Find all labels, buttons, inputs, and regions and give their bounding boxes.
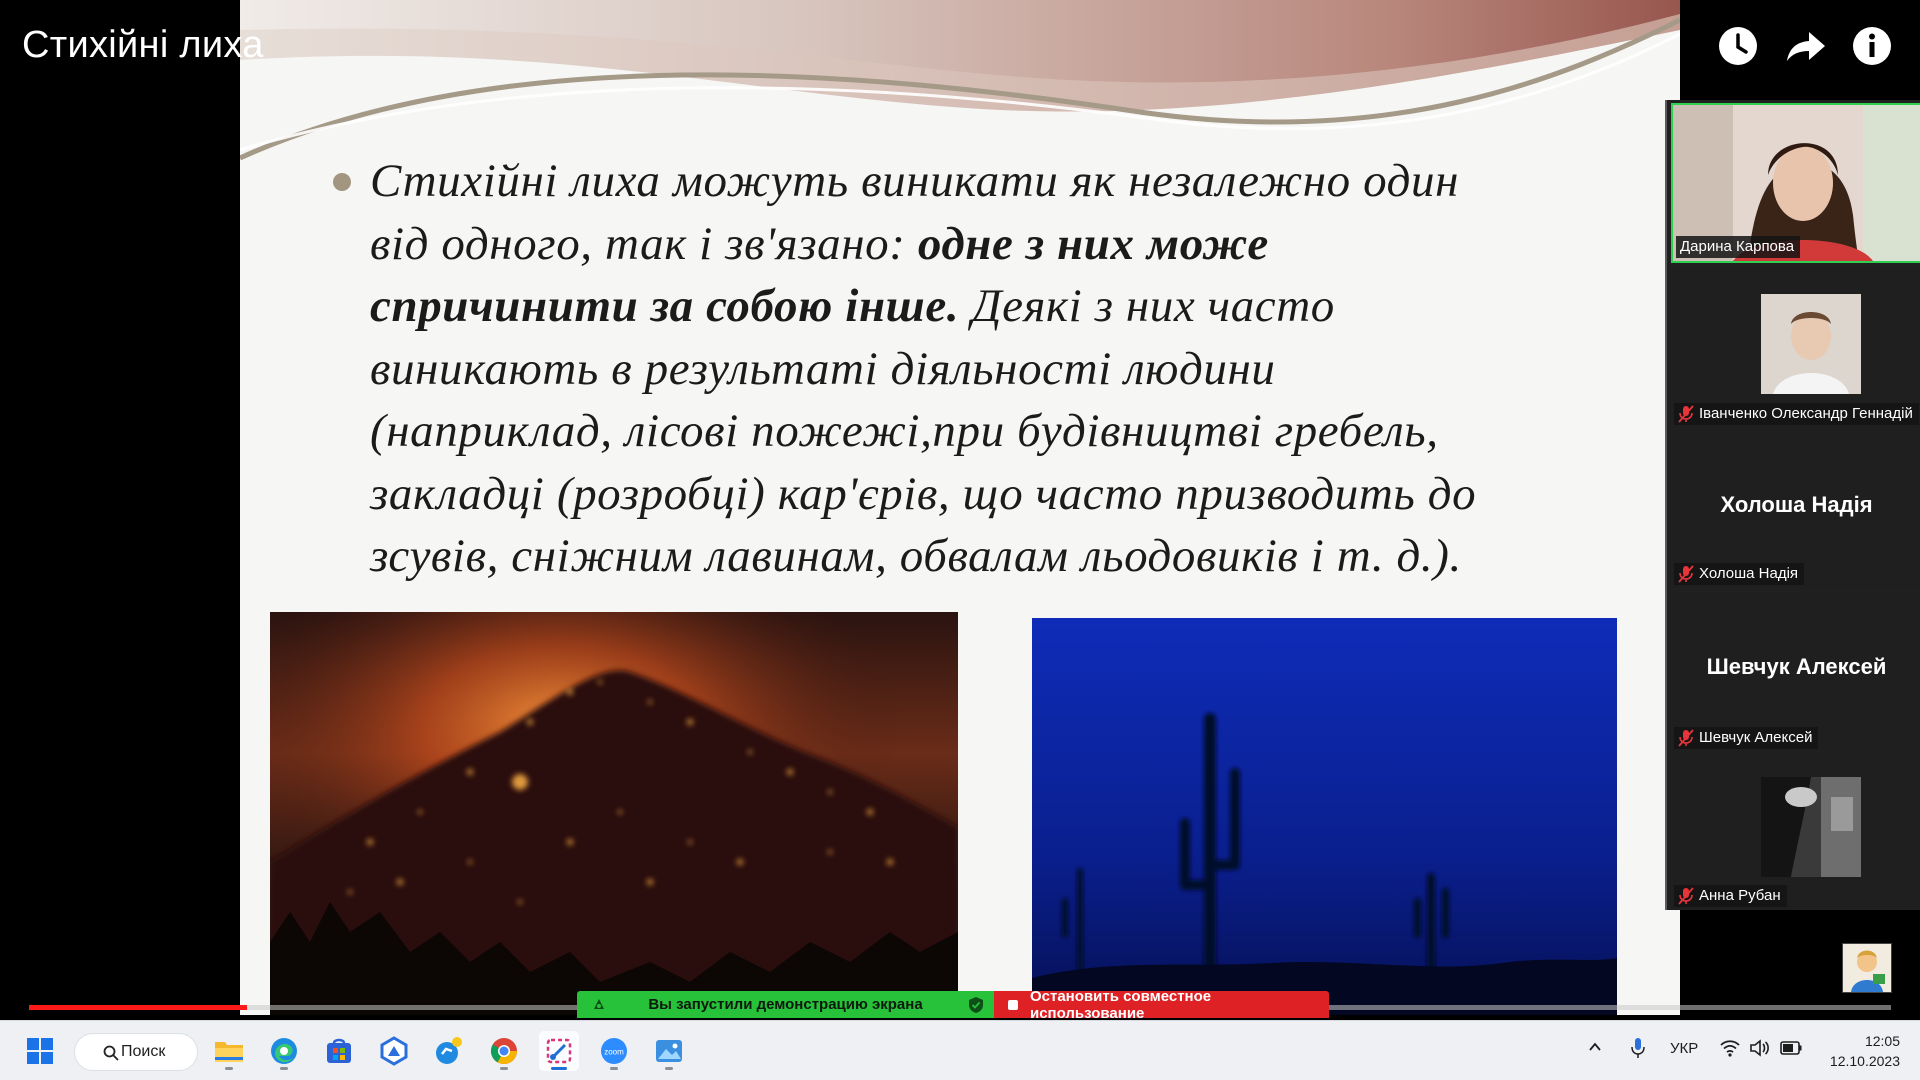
slide-line-7: зсувів, сніжним лавинам, обвалам льодови… [370,530,1462,582]
participant-name-label: Іванченко Олександр Геннадій [1674,403,1919,425]
slide-line-6: закладці (розробці) кар'єрів, що часто п… [370,467,1477,520]
store-icon [327,1038,351,1063]
participant-tile[interactable]: Іванченко Олександр Геннадій [1671,268,1920,428]
snipping-tool-icon [546,1038,572,1064]
taskbar-app[interactable] [429,1031,469,1071]
chevron-up-icon [1589,1042,1601,1051]
taskbar-snipping-tool[interactable] [539,1031,579,1071]
participants-panel: Дарина Карпова Іванченко Олександр Генна… [1665,100,1920,910]
slide-decoration [240,0,1680,170]
windows-taskbar: Поиск zoom УКР 12:05 12.10.2023 [0,1020,1920,1080]
participant-name-label: Холоша Надія [1674,563,1805,585]
running-indicator [610,1067,618,1070]
language-indicator[interactable]: УКР [1670,1040,1698,1057]
slide-line-2: від одного, так і зв'язано: одне з них м… [370,217,1269,270]
start-button[interactable] [20,1031,60,1071]
app-icon [380,1036,408,1066]
presentation-slide: Стихійні лиха можуть виникати як незалеж… [240,0,1680,1015]
channel-avatar[interactable] [1842,943,1892,993]
active-indicator [551,1067,567,1070]
participant-tile[interactable]: Дарина Карпова [1671,103,1920,263]
battery-icon [1780,1041,1802,1055]
taskbar-photos[interactable] [649,1031,689,1071]
mic-muted-icon [1678,729,1694,747]
taskbar-chrome[interactable] [484,1031,524,1071]
file-explorer-icon [215,1042,243,1062]
participant-name-label: Дарина Карпова [1676,236,1801,258]
clock-icon [1719,27,1757,65]
tray-volume[interactable] [1750,1039,1770,1062]
stop-icon [1008,999,1018,1010]
forest-fire-photo [270,612,958,1015]
slide-line-5: (наприклад, лісові пожежі,при будівництв… [370,405,1439,457]
taskbar-search-input[interactable]: Поиск [74,1033,198,1071]
zoom-icon: zoom [601,1038,627,1064]
participant-tile[interactable]: Шевчук Алексей Шевчук Алексей [1671,592,1920,752]
running-indicator [280,1067,288,1070]
stop-share-button[interactable]: Остановить совместное использование [994,988,1329,1022]
share-arrow-icon [1787,32,1825,61]
slide-body-text: Стихійні лиха можуть виникати як незалеж… [370,150,1640,588]
app-icon [436,1037,462,1064]
chrome-icon [490,1038,518,1065]
svg-text:zoom: zoom [604,1048,624,1057]
video-progress-played [29,1005,247,1010]
tray-network[interactable] [1720,1039,1740,1062]
tray-microphone[interactable] [1630,1037,1646,1064]
share-status-label[interactable]: Вы запустили демонстрацию экрана [577,991,994,1018]
bullet-point [333,173,351,191]
running-indicator [665,1067,673,1070]
slide-line-4: виникають в результаті діяльності людини [370,342,1276,395]
participant-name-label: Шевчук Алексей [1674,727,1819,749]
participant-video [1761,777,1861,877]
edge-icon [271,1038,297,1064]
running-indicator [500,1067,508,1070]
wifi-icon [1720,1040,1740,1057]
taskbar-zoom[interactable]: zoom [594,1031,634,1071]
taskbar-store[interactable] [319,1031,359,1071]
slide-line-1: Стихійні лиха можуть виникати як незалеж… [370,155,1459,207]
participant-tile[interactable]: Холоша Надія Холоша Надія [1671,430,1920,588]
share-button[interactable] [1780,20,1832,72]
tray-overflow-button[interactable] [1587,1039,1603,1060]
taskbar-file-explorer[interactable] [209,1031,249,1071]
screen-share-bar: Вы запустили демонстрацию экрана Останов… [577,988,1329,1022]
mic-muted-icon [1678,565,1694,583]
participant-tile[interactable]: Анна Рубан [1671,753,1920,910]
desert-night-photo [1032,618,1617,1015]
mic-muted-icon [1678,887,1694,905]
slide-line-3: спричинити за собою інше. Деякі з них ча… [370,280,1335,332]
clock-date: 12.10.2023 [1829,1053,1900,1069]
screen: Стихійні лиха можуть виникати як незалеж… [0,0,1920,1080]
participant-name-label: Анна Рубан [1674,885,1787,907]
microphone-icon [1631,1038,1645,1058]
info-button[interactable] [1846,20,1898,72]
drag-handle-icon [594,999,604,1009]
tray-battery[interactable] [1780,1041,1802,1060]
taskbar-app[interactable] [374,1031,414,1071]
taskbar-edge[interactable] [264,1031,304,1071]
running-indicator [225,1067,233,1070]
video-title: Стихійні лиха [22,24,264,66]
info-icon [1853,27,1891,65]
photos-icon [656,1040,682,1062]
shield-check-icon [969,997,983,1013]
windows-start-icon [27,1038,53,1064]
mic-muted-icon [1678,405,1694,423]
search-icon [103,1045,119,1061]
speaker-icon [1750,1039,1769,1057]
participant-center-name: Холоша Надія [1720,492,1873,517]
watch-later-button[interactable] [1712,20,1764,72]
clock-time: 12:05 [1864,1033,1900,1049]
system-clock[interactable]: 12:05 12.10.2023 [1820,1031,1900,1071]
participant-video [1761,294,1861,394]
participant-center-name: Шевчук Алексей [1706,654,1887,679]
